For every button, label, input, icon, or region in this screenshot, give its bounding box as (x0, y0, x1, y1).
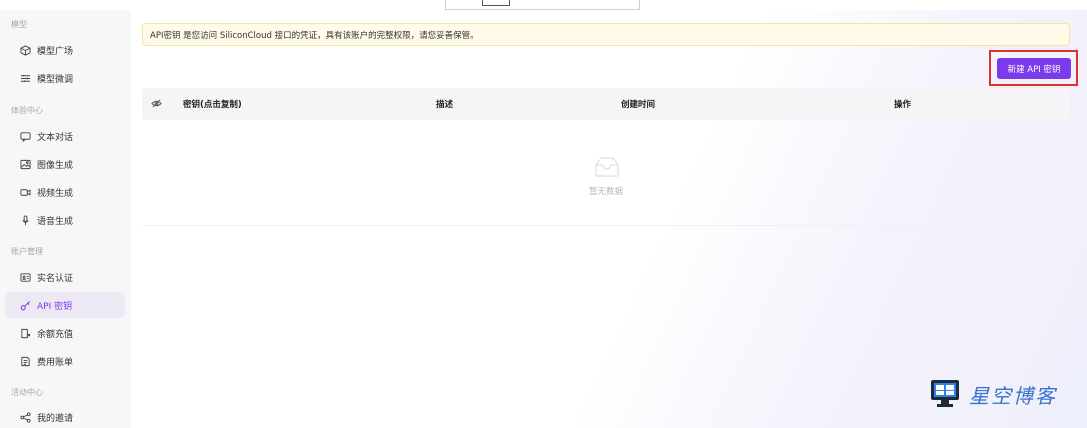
column-header-created-time: 创建时间 (621, 100, 656, 110)
video-icon (19, 186, 31, 198)
watermark-text: 星空博客 (969, 383, 1057, 408)
top-popup (445, 0, 640, 10)
sidebar-item-real-name[interactable]: 实名认证 (5, 264, 125, 290)
sidebar-item-label: 余额充值 (37, 329, 74, 340)
empty-state-text: 暂无数据 (588, 187, 623, 197)
sidebar-item-label: 模型微调 (37, 74, 74, 85)
empty-inbox-icon (595, 157, 619, 177)
main-content: API密钥 是您访问 SiliconCloud 接口的凭证，具有该账户的完整权限… (131, 10, 1087, 428)
wallet-icon (19, 327, 31, 339)
sidebar-item-video-gen[interactable]: 视频生成 (5, 179, 125, 205)
sidebar-group-account: 账户管理 (11, 247, 43, 256)
create-api-key-button[interactable]: 新建 API 密钥 (997, 58, 1071, 79)
sidebar-item-model-finetune[interactable]: 模型微调 (5, 65, 125, 91)
key-icon (19, 299, 31, 311)
table-body: 暂无数据 (142, 120, 1070, 226)
sidebar-group-experience: 体验中心 (11, 106, 43, 115)
app: 模型 模型广场 模型微调 体验中心 文本对话 图像生成 视频生成 语音生成 账户… (0, 10, 1087, 428)
sidebar-group-activity: 活动中心 (11, 388, 43, 397)
top-strip (0, 0, 1087, 10)
create-button-highlight: 新建 API 密钥 (989, 50, 1078, 86)
chat-icon (19, 130, 31, 142)
sidebar-item-voice-gen[interactable]: 语音生成 (5, 207, 125, 233)
sliders-icon (19, 72, 31, 84)
sidebar-item-label: 视频生成 (37, 188, 74, 199)
sidebar-item-label: 语音生成 (37, 216, 74, 227)
sidebar-item-invites[interactable]: 我的邀请 (5, 404, 125, 428)
api-key-notice: API密钥 是您访问 SiliconCloud 接口的凭证，具有该账户的完整权限… (142, 23, 1070, 46)
bill-icon (19, 355, 31, 367)
sidebar-group-models: 模型 (11, 20, 27, 29)
share-icon (19, 411, 31, 423)
column-header-key: 密钥(点击复制) (183, 100, 242, 110)
sidebar-item-api-keys[interactable]: API 密钥 (5, 292, 125, 318)
sidebar-item-image-gen[interactable]: 图像生成 (5, 151, 125, 177)
watermark: 星空博客 (929, 370, 1087, 418)
computer-logo-icon (931, 380, 959, 407)
cube-icon (19, 44, 31, 56)
sidebar-item-text-chat[interactable]: 文本对话 (5, 123, 125, 149)
sidebar-item-recharge[interactable]: 余额充值 (5, 320, 125, 346)
notice-text: API密钥 是您访问 SiliconCloud 接口的凭证，具有该账户的完整权限… (150, 30, 479, 41)
column-header-actions: 操作 (894, 100, 912, 110)
top-popup-box (482, 0, 510, 6)
sidebar-item-label: 我的邀请 (37, 413, 74, 424)
sidebar-item-label: 费用账单 (37, 357, 74, 368)
id-card-icon (19, 271, 31, 283)
sidebar-item-model-square[interactable]: 模型广场 (5, 37, 125, 63)
sidebar-item-label: 实名认证 (37, 273, 74, 284)
column-header-description: 描述 (436, 100, 454, 110)
microphone-icon (19, 214, 31, 226)
table-header: 密钥(点击复制) 描述 创建时间 操作 (142, 88, 1070, 120)
sidebar-item-label: 图像生成 (37, 160, 74, 171)
sidebar-item-label: 模型广场 (37, 46, 74, 57)
sidebar-item-label: 文本对话 (37, 132, 74, 143)
sidebar-item-billing[interactable]: 费用账单 (5, 348, 125, 374)
sidebar: 模型 模型广场 模型微调 体验中心 文本对话 图像生成 视频生成 语音生成 账户… (0, 10, 131, 428)
image-icon (19, 158, 31, 170)
eye-slash-icon[interactable] (151, 98, 162, 109)
sidebar-item-label: API 密钥 (37, 301, 73, 312)
